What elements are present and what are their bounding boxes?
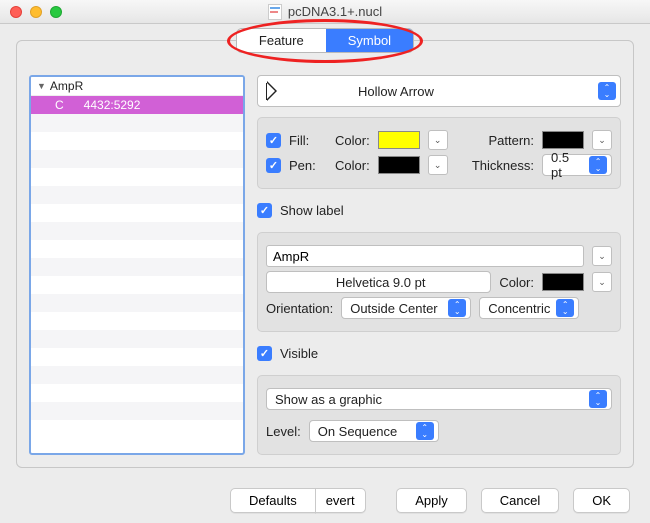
document-icon	[268, 4, 282, 20]
level-label: Level:	[266, 424, 301, 439]
window-title: pcDNA3.1+.nucl	[0, 4, 650, 20]
feature-list[interactable]: ▼ AmpR C 4432:5292	[29, 75, 245, 455]
label-color-dropdown[interactable]: ⌄	[592, 272, 612, 292]
thickness-select[interactable]: 0.5 pt	[542, 154, 612, 176]
main-panel: Feature Symbol ▼ AmpR C 4432:5292	[16, 40, 634, 468]
close-icon[interactable]	[10, 6, 22, 18]
titlebar: pcDNA3.1+.nucl	[0, 0, 650, 24]
tab-symbol[interactable]: Symbol	[326, 29, 413, 52]
pen-checkbox[interactable]: ✓	[266, 158, 281, 173]
ok-button[interactable]: OK	[573, 488, 630, 513]
label-color-label: Color:	[499, 275, 534, 290]
zoom-icon[interactable]	[50, 6, 62, 18]
list-header-label: AmpR	[50, 79, 83, 93]
updown-icon	[589, 156, 607, 174]
list-item-range: 4432:5292	[84, 98, 141, 112]
revert-button[interactable]: evert	[315, 488, 366, 513]
hollow-arrow-icon	[266, 83, 268, 100]
settings-column: Hollow Arrow ✓ Fill: Color: ⌄ Pattern: ⌄	[257, 75, 621, 455]
orientation-select[interactable]: Outside Center	[341, 297, 471, 319]
fill-color-dropdown[interactable]: ⌄	[428, 130, 448, 150]
fill-label: Fill:	[289, 133, 327, 148]
tab-feature[interactable]: Feature	[237, 29, 326, 52]
shape-label: Hollow Arrow	[358, 84, 434, 99]
pattern-label: Pattern:	[488, 133, 534, 148]
orientation-label: Orientation:	[266, 301, 333, 316]
show-label-text: Show label	[280, 203, 344, 218]
updown-icon	[416, 422, 434, 440]
fill-color-label: Color:	[335, 133, 370, 148]
pattern-dropdown[interactable]: ⌄	[592, 130, 612, 150]
visible-checkbox[interactable]: ✓	[257, 346, 272, 361]
defaults-button[interactable]: Defaults	[230, 488, 316, 513]
chevron-down-icon: ▼	[37, 81, 46, 91]
level-select[interactable]: On Sequence	[309, 420, 439, 442]
display-mode-value: Show as a graphic	[275, 392, 382, 407]
list-header[interactable]: ▼ AmpR	[31, 77, 243, 96]
cancel-button[interactable]: Cancel	[481, 488, 559, 513]
label-group: ⌄ Helvetica 9.0 pt Color: ⌄ Orientation:…	[257, 232, 621, 332]
pen-color-swatch[interactable]	[378, 156, 420, 174]
visible-group: Show as a graphic Level: On Sequence	[257, 375, 621, 455]
fill-color-swatch[interactable]	[378, 131, 420, 149]
apply-button[interactable]: Apply	[396, 488, 467, 513]
window-title-text: pcDNA3.1+.nucl	[288, 4, 382, 19]
thickness-label: Thickness:	[472, 158, 534, 173]
label-color-swatch[interactable]	[542, 273, 584, 291]
fill-pen-group: ✓ Fill: Color: ⌄ Pattern: ⌄ ✓ Pen: Color…	[257, 117, 621, 189]
font-value: Helvetica 9.0 pt	[336, 275, 426, 290]
pattern-swatch[interactable]	[542, 131, 584, 149]
shape-select[interactable]: Hollow Arrow	[257, 75, 621, 107]
pen-label: Pen:	[289, 158, 327, 173]
show-label-checkbox[interactable]: ✓	[257, 203, 272, 218]
pen-color-dropdown[interactable]: ⌄	[428, 155, 448, 175]
tab-segmented: Feature Symbol	[237, 29, 413, 52]
display-mode-select[interactable]: Show as a graphic	[266, 388, 612, 410]
window-controls	[10, 6, 62, 18]
updown-icon	[448, 299, 466, 317]
layout-value: Concentric	[488, 301, 550, 316]
list-item-selected[interactable]: C 4432:5292	[31, 96, 243, 114]
list-item-strand: C	[55, 98, 64, 112]
pen-color-label: Color:	[335, 158, 370, 173]
layout-select[interactable]: Concentric	[479, 297, 579, 319]
thickness-value: 0.5 pt	[551, 150, 583, 180]
fill-checkbox[interactable]: ✓	[266, 133, 281, 148]
dialog-buttons: Defaults evert Apply Cancel OK	[0, 488, 650, 513]
updown-icon	[598, 82, 616, 100]
minimize-icon[interactable]	[30, 6, 42, 18]
visible-text: Visible	[280, 346, 318, 361]
level-value: On Sequence	[318, 424, 398, 439]
updown-icon	[589, 390, 607, 408]
font-select[interactable]: Helvetica 9.0 pt	[266, 271, 491, 293]
updown-icon	[556, 299, 574, 317]
label-name-input[interactable]	[266, 245, 584, 267]
orientation-value: Outside Center	[350, 301, 437, 316]
label-name-dropdown[interactable]: ⌄	[592, 246, 612, 266]
